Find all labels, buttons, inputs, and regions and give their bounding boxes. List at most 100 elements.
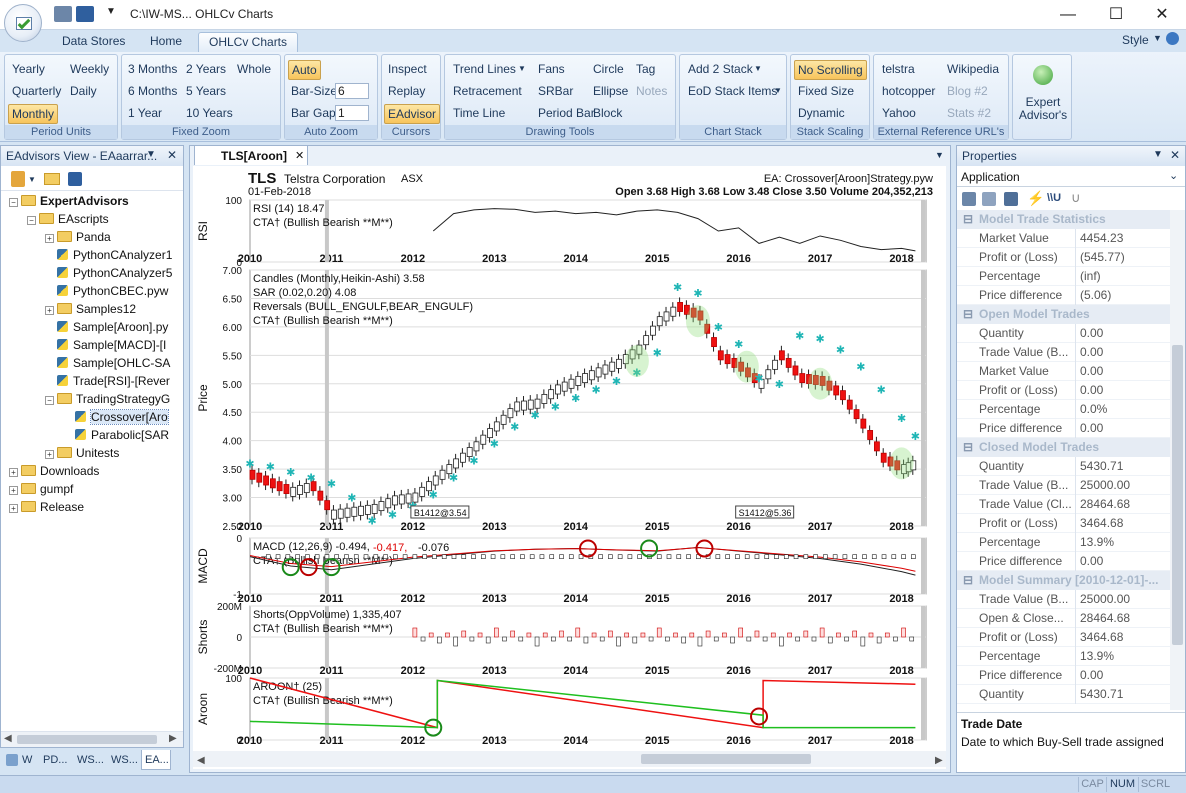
- time-line-button[interactable]: Time Line: [450, 104, 508, 122]
- property-row[interactable]: Open & Close... 28464.68: [957, 609, 1170, 628]
- expert-advisor-icon[interactable]: [1033, 65, 1053, 85]
- tree-item[interactable]: + Samples12: [45, 300, 136, 318]
- scroll-thumb[interactable]: [1172, 345, 1183, 645]
- circle-button[interactable]: Circle: [590, 60, 627, 78]
- horizontal-scrollbar[interactable]: ◀ ▶: [1, 731, 183, 747]
- add-stack-dropdown-icon[interactable]: ▼: [754, 64, 762, 73]
- tree-item[interactable]: PythonCBEC.pyw: [45, 282, 168, 300]
- stats-2-link[interactable]: Stats #2: [944, 104, 994, 122]
- save-icon[interactable]: [68, 172, 82, 186]
- property-row[interactable]: Quantity 0.00: [957, 324, 1170, 343]
- srbar-button[interactable]: SRBar: [535, 82, 576, 100]
- save-icon[interactable]: [76, 6, 94, 22]
- property-row[interactable]: Percentage (inf): [957, 267, 1170, 286]
- eod-stack-items-button[interactable]: EoD Stack Items: [685, 82, 780, 100]
- chevron-down-icon[interactable]: ⌄: [1169, 169, 1178, 182]
- dropdown-icon[interactable]: ▼: [28, 175, 36, 184]
- yahoo-link[interactable]: Yahoo: [879, 104, 919, 122]
- property-row[interactable]: Trade Value (B... 0.00: [957, 343, 1170, 362]
- pin-icon[interactable]: ▼: [146, 149, 156, 160]
- scroll-thumb[interactable]: [17, 735, 157, 744]
- tab-data-stores[interactable]: Data Stores: [52, 32, 135, 52]
- panel-close-icon[interactable]: ✕: [167, 148, 177, 162]
- property-row[interactable]: Trade Value (B... 25000.00: [957, 590, 1170, 609]
- expand-icon[interactable]: +: [9, 468, 18, 477]
- qat-dropdown-icon[interactable]: ▼: [106, 6, 116, 17]
- auto-zoom-button[interactable]: Auto: [288, 60, 321, 80]
- expand-icon[interactable]: +: [9, 504, 18, 513]
- dynamic-button[interactable]: Dynamic: [795, 104, 848, 122]
- property-row[interactable]: Profit or (Loss) 3464.68: [957, 628, 1170, 647]
- tab-ohlcv-charts[interactable]: OHLCv Charts: [198, 32, 299, 52]
- property-category[interactable]: ⊟ Closed Model Trades: [957, 438, 1170, 457]
- retracement-button[interactable]: Retracement: [450, 82, 525, 100]
- telstra-link[interactable]: telstra: [879, 60, 918, 78]
- collapse-icon[interactable]: ⊟: [963, 305, 973, 324]
- cursor-inspect-button[interactable]: Inspect: [385, 60, 430, 78]
- pin-icon[interactable]: ▼: [1153, 149, 1163, 160]
- fans-button[interactable]: Fans: [535, 60, 568, 78]
- zoom-2-years-button[interactable]: 2 Years: [183, 60, 229, 78]
- vertical-scrollbar[interactable]: [1170, 210, 1185, 710]
- property-row[interactable]: Quantity 5430.71: [957, 457, 1170, 476]
- property-row[interactable]: Price difference (5.06): [957, 286, 1170, 305]
- expand-icon[interactable]: +: [45, 450, 54, 459]
- filter-icon[interactable]: ∪: [1071, 190, 1081, 206]
- alphabetical-icon[interactable]: [982, 192, 996, 206]
- document-tab[interactable]: TLS[Aroon] ✕: [194, 145, 308, 165]
- fixed-size-button[interactable]: Fixed Size: [795, 82, 857, 100]
- tree-item[interactable]: + Panda: [45, 228, 111, 246]
- collapse-icon[interactable]: ⊟: [963, 210, 973, 229]
- property-row[interactable]: Price difference 0.00: [957, 419, 1170, 438]
- expert-advisors-button[interactable]: Expert Advisor's: [1015, 95, 1071, 123]
- tree-item[interactable]: Sample[Aroon].py: [45, 318, 168, 336]
- open-folder-icon[interactable]: [44, 173, 60, 185]
- add-2-stack-button[interactable]: Add 2 Stack: [685, 60, 756, 78]
- zoom-3-months-button[interactable]: 3 Months: [125, 60, 180, 78]
- collapse-icon[interactable]: −: [27, 216, 36, 225]
- hotcopper-link[interactable]: hotcopper: [879, 82, 938, 100]
- zoom-5-years-button[interactable]: 5 Years: [183, 82, 229, 100]
- tree-item[interactable]: − TradingStrategyG: [45, 390, 170, 408]
- property-row[interactable]: Profit or (Loss) 0.00: [957, 381, 1170, 400]
- tree-item[interactable]: − ExpertAdvisors: [9, 192, 129, 210]
- tab-ws-1[interactable]: WS...: [74, 750, 108, 770]
- help-icon[interactable]: [1166, 32, 1179, 45]
- panel-close-icon[interactable]: ✕: [1170, 148, 1180, 162]
- zoom-6-months-button[interactable]: 6 Months: [125, 82, 180, 100]
- block-button[interactable]: Block: [590, 104, 625, 122]
- sort-icon[interactable]: \\U: [1047, 192, 1061, 204]
- property-row[interactable]: Quantity 5430.71: [957, 685, 1170, 704]
- property-category[interactable]: ⊟ Model Summary [2010-12-01]-...: [957, 571, 1170, 590]
- zoom-1-year-button[interactable]: 1 Year: [125, 104, 165, 122]
- expand-icon[interactable]: +: [9, 486, 18, 495]
- bar-size-spinner[interactable]: 6: [335, 83, 369, 99]
- collapse-icon[interactable]: ⊟: [963, 571, 973, 590]
- property-row[interactable]: Percentage 13.9%: [957, 647, 1170, 666]
- tree-item[interactable]: Crossover[Aro: [63, 408, 169, 426]
- application-menu-button[interactable]: [4, 4, 42, 42]
- period-bar-button[interactable]: Period Bar: [535, 104, 598, 122]
- trend-lines-dropdown-icon[interactable]: ▼: [518, 64, 526, 73]
- tree-item[interactable]: + Downloads: [9, 462, 99, 480]
- property-row[interactable]: Percentage 0.0%: [957, 400, 1170, 419]
- document-close-icon[interactable]: ✕: [295, 147, 304, 165]
- property-row[interactable]: Price difference 0.00: [957, 552, 1170, 571]
- minimize-button[interactable]: —: [1048, 4, 1088, 26]
- ellipse-button[interactable]: Ellipse: [590, 82, 631, 100]
- maximize-button[interactable]: ☐: [1096, 4, 1136, 26]
- scroll-right-icon[interactable]: ▶: [169, 733, 177, 744]
- property-category[interactable]: ⊟ Model Trade Statistics: [957, 210, 1170, 229]
- tab-pd[interactable]: PD...: [40, 750, 76, 770]
- tree-item[interactable]: PythonCAnalyzer1: [45, 246, 172, 264]
- property-row[interactable]: Percentage 13.9%: [957, 533, 1170, 552]
- property-row[interactable]: Market Value 0.00: [957, 362, 1170, 381]
- property-row[interactable]: Trade Value (Cl... 28464.68: [957, 495, 1170, 514]
- property-pages-icon[interactable]: [1004, 192, 1018, 206]
- events-icon[interactable]: ⚡: [1027, 190, 1044, 207]
- notes-button[interactable]: Notes: [633, 82, 670, 100]
- tree-item[interactable]: + Unitests: [45, 444, 119, 462]
- blog-2-link[interactable]: Blog #2: [944, 82, 991, 100]
- eod-stack-dropdown-icon[interactable]: ▼: [774, 86, 782, 95]
- object-selector[interactable]: Application ⌄: [957, 167, 1185, 187]
